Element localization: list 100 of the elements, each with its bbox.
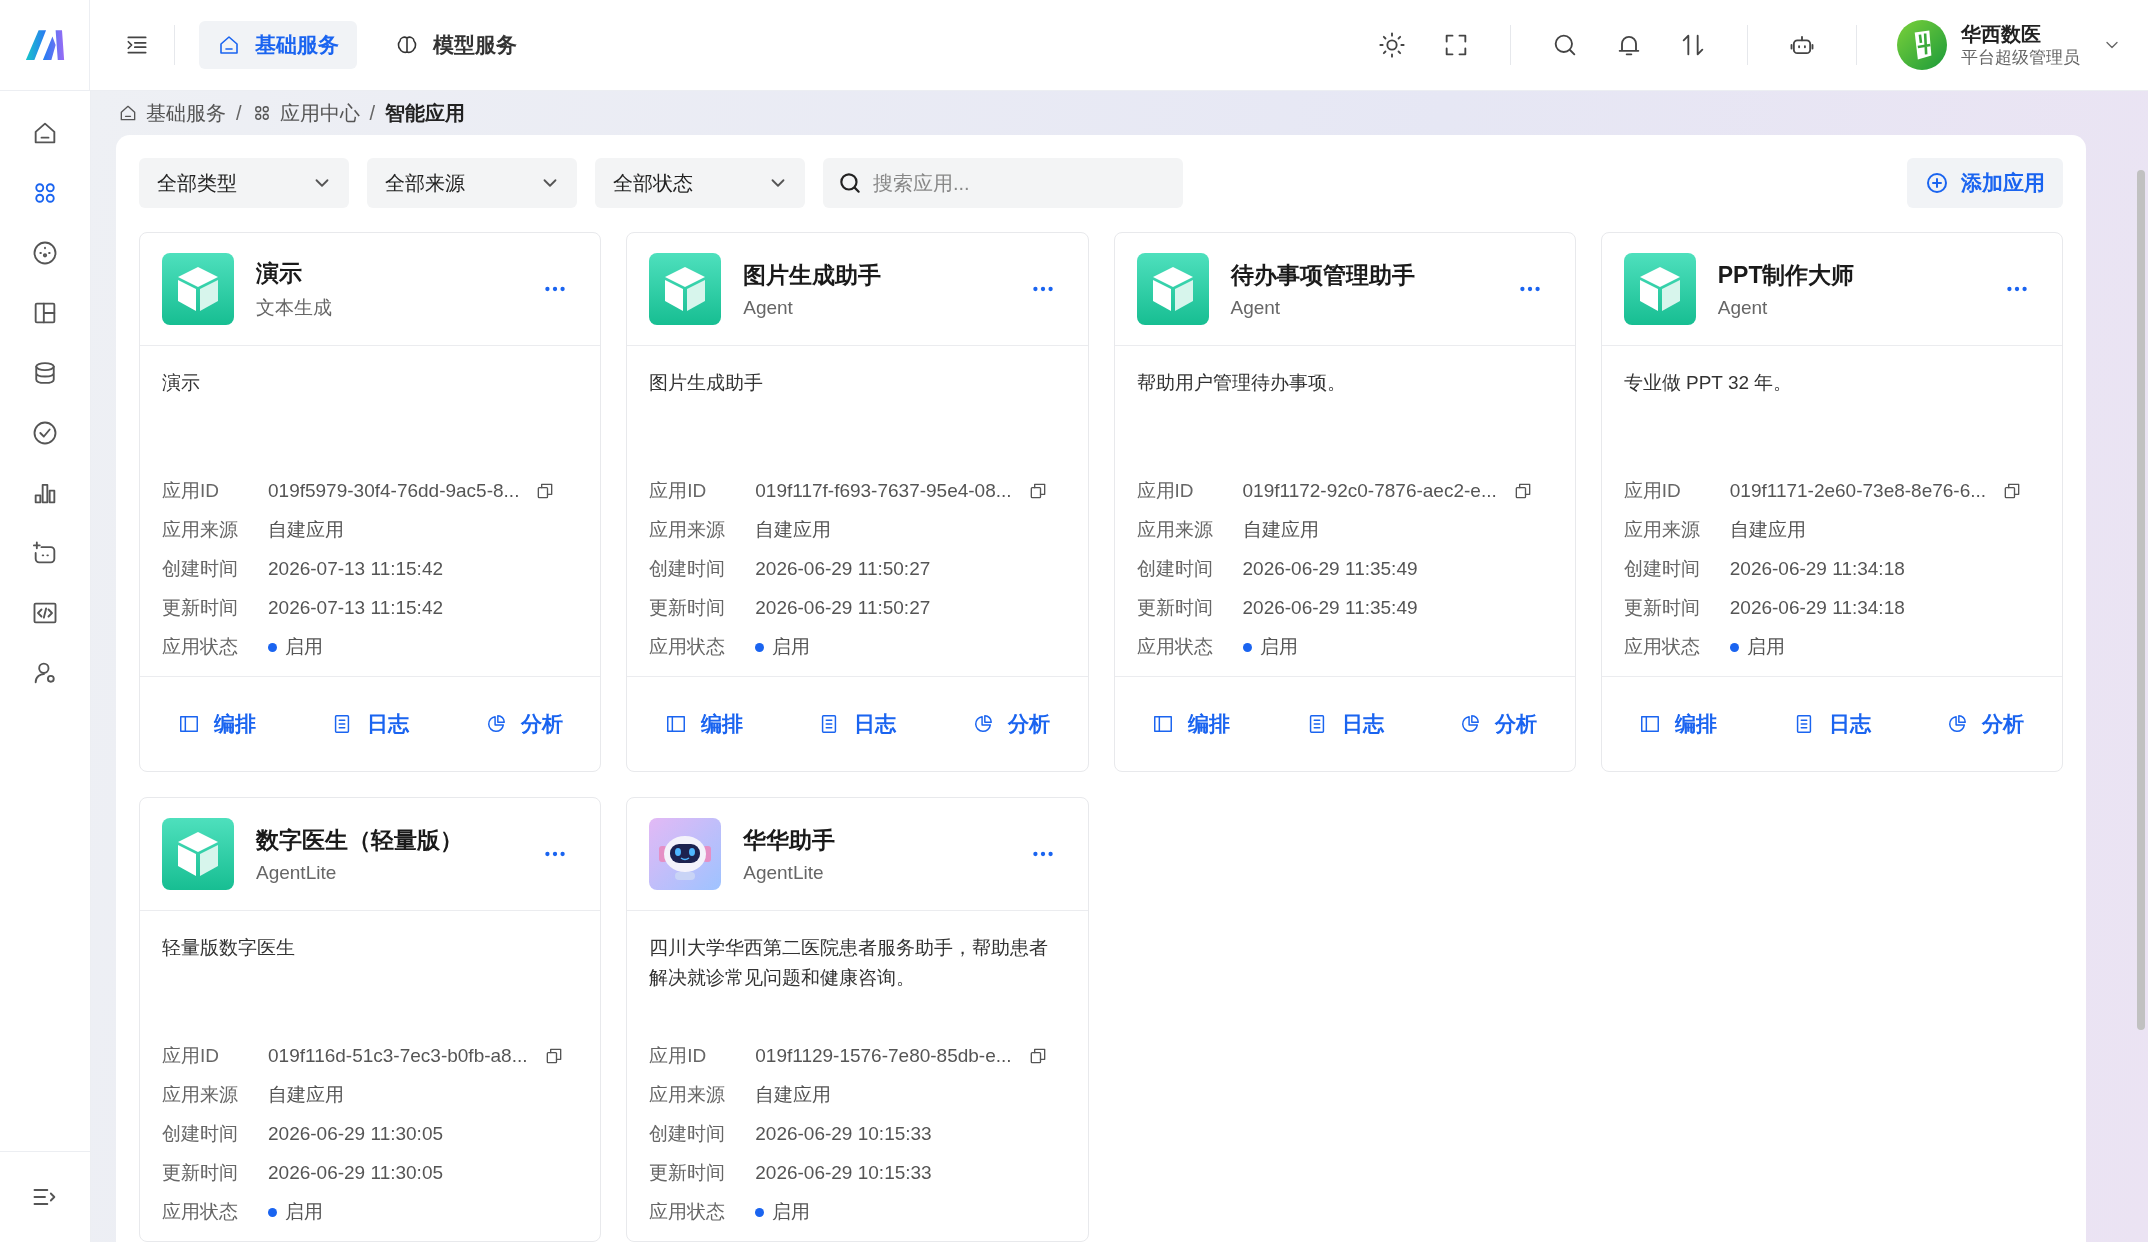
status-dot — [755, 1207, 765, 1217]
field-label: 创建时间 — [1623, 557, 1701, 581]
field-label: 应用ID — [162, 479, 220, 503]
breadcrumb-item[interactable]: 应用中心 — [279, 99, 360, 127]
user-name: 华西数医 — [1961, 21, 2042, 47]
filter-dropdown[interactable]: 全部类型 — [139, 158, 349, 208]
status-dot — [268, 642, 277, 652]
action-link[interactable]: 编排 — [173, 704, 260, 744]
panel-icon — [1639, 713, 1662, 735]
field-value: 2026-06-29 10:15:33 — [755, 1123, 932, 1145]
field-label: 应用ID — [1136, 479, 1195, 503]
app-description: 专业做 PPT 32 年。 — [1623, 371, 1794, 395]
status-text: 启用 — [772, 635, 811, 659]
action-link[interactable]: 日志 — [327, 704, 414, 744]
action-link[interactable]: 编排 — [1148, 704, 1235, 744]
scrollbar-thumb[interactable] — [2137, 170, 2145, 1030]
field-value: 019f5979-30f4-76dd-9ac5-8... — [268, 480, 520, 502]
app-name: 待办事项管理助手 — [1230, 260, 1416, 290]
action-link[interactable]: 分析 — [1455, 704, 1541, 744]
app-type: AgentLite — [256, 861, 338, 884]
app-type: AgentLite — [743, 861, 825, 884]
status-text: 启用 — [1746, 635, 1785, 659]
field-label: 应用来源 — [1136, 518, 1214, 542]
action-link[interactable]: 编排 — [660, 704, 747, 744]
field-label: 应用状态 — [162, 635, 239, 659]
field-label: 应用来源 — [1623, 518, 1701, 542]
status-text: 启用 — [772, 1200, 811, 1224]
action-link[interactable]: 分析 — [480, 704, 567, 744]
sun-icon[interactable] — [1378, 31, 1406, 59]
field-value: 2026-06-29 10:15:33 — [755, 1162, 932, 1184]
field-label: 创建时间 — [1136, 557, 1214, 581]
app-name: 图片生成助手 — [743, 260, 883, 290]
field-label: 应用ID — [649, 479, 708, 503]
field-value: 2026-07-13 11:15:42 — [268, 597, 444, 619]
field-value: 自建应用 — [1242, 518, 1319, 542]
field-label: 应用状态 — [1623, 635, 1701, 659]
status-text: 启用 — [285, 635, 323, 659]
field-value: 自建应用 — [755, 1083, 832, 1107]
field-label: 更新时间 — [162, 596, 239, 620]
home-icon — [118, 103, 138, 123]
plus-circle-icon — [1925, 171, 1949, 195]
field-value: 自建应用 — [268, 518, 344, 542]
filter-dropdown[interactable]: 全部状态 — [595, 158, 805, 208]
app-type: Agent — [1717, 296, 1769, 319]
field-label: 更新时间 — [649, 1161, 727, 1185]
panel-icon — [177, 713, 200, 735]
action-link[interactable]: 日志 — [814, 704, 901, 744]
action-link[interactable]: 编排 — [1635, 704, 1722, 744]
status-dot — [1242, 642, 1252, 652]
status-dot — [1729, 642, 1739, 652]
action-link[interactable]: 日志 — [1788, 704, 1875, 744]
user-role: 平台超级管理员 — [1961, 46, 2080, 69]
field-label: 更新时间 — [162, 1161, 239, 1185]
add-app-button[interactable]: 添加应用 — [1907, 158, 2063, 208]
field-value: 019f1171-2e60-73e8-8e76-6... — [1729, 480, 1987, 502]
field-label: 更新时间 — [1136, 596, 1214, 620]
action-link[interactable]: 日志 — [1301, 704, 1388, 744]
app-description: 四川大学华西第二医院患者服务助手，帮助患者解决就诊常见问题和健康咨询。 — [649, 936, 1050, 991]
nav-tab[interactable]: 基础服务 — [199, 21, 357, 69]
pie-chart-icon — [1946, 713, 1969, 735]
field-label: 更新时间 — [1623, 596, 1701, 620]
cube-icon — [1623, 253, 1696, 325]
field-value: 2026-06-29 11:35:49 — [1242, 597, 1418, 619]
app-type: Agent — [743, 296, 794, 319]
avatar[interactable] — [1897, 20, 1947, 70]
field-label: 创建时间 — [162, 557, 239, 581]
app-name: PPT制作大师 — [1717, 260, 1856, 290]
field-label: 应用ID — [162, 1044, 220, 1068]
field-label: 应用状态 — [1136, 635, 1214, 659]
field-value: 2026-06-29 11:34:18 — [1729, 558, 1905, 580]
nav-tab[interactable]: 模型服务 — [377, 21, 535, 69]
check-circle-icon[interactable] — [31, 419, 59, 447]
cube-icon — [162, 818, 234, 890]
field-value: 2026-07-13 11:15:42 — [268, 558, 444, 580]
action-link[interactable]: 分析 — [1942, 704, 2029, 744]
field-value: 019f1172-92c0-7876-aec2-e... — [1242, 480, 1497, 502]
gauge-icon[interactable] — [31, 239, 59, 267]
action-link[interactable]: 分析 — [967, 704, 1054, 744]
breadcrumb-separator: / — [369, 101, 376, 125]
status-text: 启用 — [285, 1200, 323, 1224]
field-value: 自建应用 — [268, 1083, 344, 1107]
app-type: Agent — [1230, 296, 1282, 319]
field-label: 应用来源 — [649, 518, 727, 542]
field-value: 019f1129-1576-7e80-85db-e... — [755, 1045, 1012, 1067]
search-field[interactable]: 搜索应用... — [823, 158, 1183, 208]
field-value: 2026-06-29 11:30:05 — [268, 1162, 444, 1184]
field-label: 创建时间 — [649, 1122, 727, 1146]
app-description: 演示 — [162, 371, 201, 395]
app-description: 图片生成助手 — [649, 371, 765, 395]
field-label: 应用状态 — [649, 1200, 727, 1224]
field-label: 更新时间 — [649, 596, 727, 620]
field-label: 应用ID — [1623, 479, 1682, 503]
filter-dropdown[interactable]: 全部来源 — [367, 158, 577, 208]
field-value: 2026-06-29 11:30:05 — [268, 1123, 444, 1145]
cube-icon — [162, 253, 234, 325]
app-type: 文本生成 — [256, 295, 333, 320]
breadcrumb-item[interactable]: 基础服务 — [146, 99, 226, 127]
search-icon — [837, 170, 863, 196]
cube-icon — [1136, 253, 1209, 325]
app-name: 演示 — [256, 258, 303, 288]
